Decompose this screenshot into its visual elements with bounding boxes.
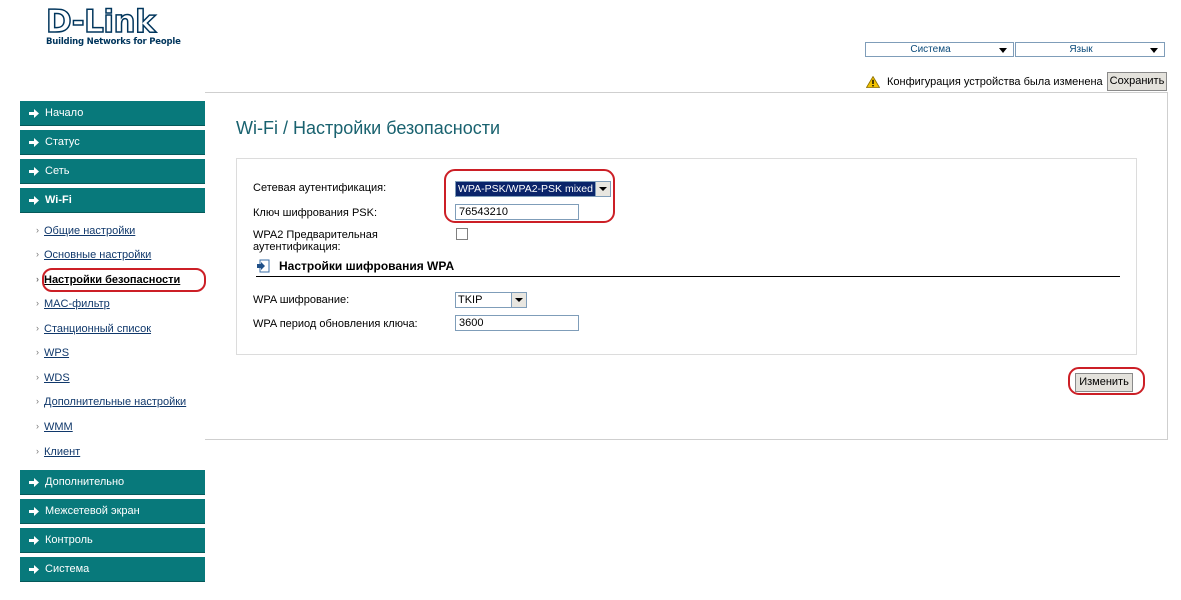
rekey-input[interactable]: 3600 <box>455 315 579 331</box>
dlink-logo: D-Link Building Networks for People <box>45 4 181 47</box>
sidebar-item-label: Межсетевой экран <box>45 505 140 517</box>
chevron-down-icon <box>511 293 526 307</box>
sidebar-item-status[interactable]: Статус <box>20 130 205 155</box>
chevron-down-icon <box>1150 48 1158 53</box>
rekey-label: WPA период обновления ключа: <box>253 318 418 330</box>
save-button[interactable]: Сохранить <box>1107 72 1167 91</box>
sidebar-item-network[interactable]: Сеть <box>20 159 205 184</box>
sidebar-item-control[interactable]: Контроль <box>20 528 205 553</box>
language-select-label: Язык <box>1069 44 1093 55</box>
system-select[interactable]: Система <box>865 42 1014 57</box>
wpa-section-header: Настройки шифрования WPA <box>256 258 454 274</box>
sidebar-item-additional[interactable]: Дополнительно <box>20 470 205 495</box>
sidebar-item-label: Начало <box>45 107 84 119</box>
highlight-oval-auth <box>444 169 615 223</box>
auth-label: Сетевая аутентификация: <box>253 182 387 194</box>
sidebar-item-wifi[interactable]: Wi-Fi <box>20 188 205 213</box>
arrow-right-icon <box>29 108 39 118</box>
page-title: Wi-Fi / Настройки безопасности <box>236 118 501 138</box>
config-notice-text: Конфигурация устройства была изменена <box>887 76 1103 88</box>
preauth-label: WPA2 Предварительная аутентификация: <box>253 229 378 253</box>
warning-icon <box>866 76 880 88</box>
highlight-oval-security <box>42 268 206 292</box>
sidebar-item-firewall[interactable]: Межсетевой экран <box>20 499 205 524</box>
arrow-right-icon <box>29 166 39 176</box>
arrow-right-icon <box>29 477 39 487</box>
logo-tagline: Building Networks for People <box>46 37 181 47</box>
submenu-item-basic[interactable]: › Основные настройки <box>36 249 151 261</box>
arrow-right-icon <box>29 506 39 516</box>
psk-label: Ключ шифрования PSK: <box>253 207 378 219</box>
section-title: Настройки шифрования WPA <box>279 259 455 273</box>
sidebar-item-label: Дополнительно <box>45 476 125 488</box>
sidebar-item-label: Wi-Fi <box>45 194 72 206</box>
submenu-item-wps[interactable]: › WPS <box>36 347 69 359</box>
logo-text: D-Link <box>45 4 156 40</box>
submenu-item-station-list[interactable]: › Станционный список <box>36 323 151 335</box>
wifi-submenu: › Общие настройки › Основные настройки › На… <box>20 215 205 469</box>
wpa-enc-label: WPA шифрование: <box>253 294 350 306</box>
section-arrow-icon <box>257 259 270 273</box>
submenu-item-client[interactable]: › Клиент <box>36 446 80 458</box>
sidebar-item-home[interactable]: Начало <box>20 101 205 126</box>
config-notice: Конфигурация устройства была изменена <box>866 73 1103 91</box>
sidebar-item-system[interactable]: Система <box>20 557 205 582</box>
arrow-right-icon <box>29 137 39 147</box>
highlight-oval-change <box>1068 367 1145 395</box>
arrow-right-icon <box>29 195 39 205</box>
sidebar-item-label: Сеть <box>45 165 70 177</box>
arrow-right-icon <box>29 564 39 574</box>
submenu-item-wmm[interactable]: › WMM <box>36 421 73 433</box>
sidebar-item-label: Система <box>45 563 90 575</box>
submenu-item-general[interactable]: › Общие настройки <box>36 225 135 237</box>
submenu-item-mac-filter[interactable]: › MAC-фильтр <box>36 298 110 310</box>
submenu-item-wds[interactable]: › WDS <box>36 372 70 384</box>
wpa-enc-value: TKIP <box>458 294 483 306</box>
language-select[interactable]: Язык <box>1015 42 1165 57</box>
sidebar-item-label: Контроль <box>45 534 93 546</box>
preauth-label-line1: WPA2 Предварительная <box>253 229 378 241</box>
sidebar-item-label: Статус <box>45 136 80 148</box>
chevron-down-icon <box>999 48 1007 53</box>
submenu-item-advanced[interactable]: › Дополнительные настройки <box>36 396 186 408</box>
wpa-enc-select[interactable]: TKIP <box>455 292 527 308</box>
system-select-label: Система <box>910 44 951 55</box>
preauth-checkbox[interactable] <box>456 228 468 240</box>
arrow-right-icon <box>29 535 39 545</box>
preauth-label-line2: аутентификация: <box>253 241 341 253</box>
section-divider <box>256 276 1120 277</box>
